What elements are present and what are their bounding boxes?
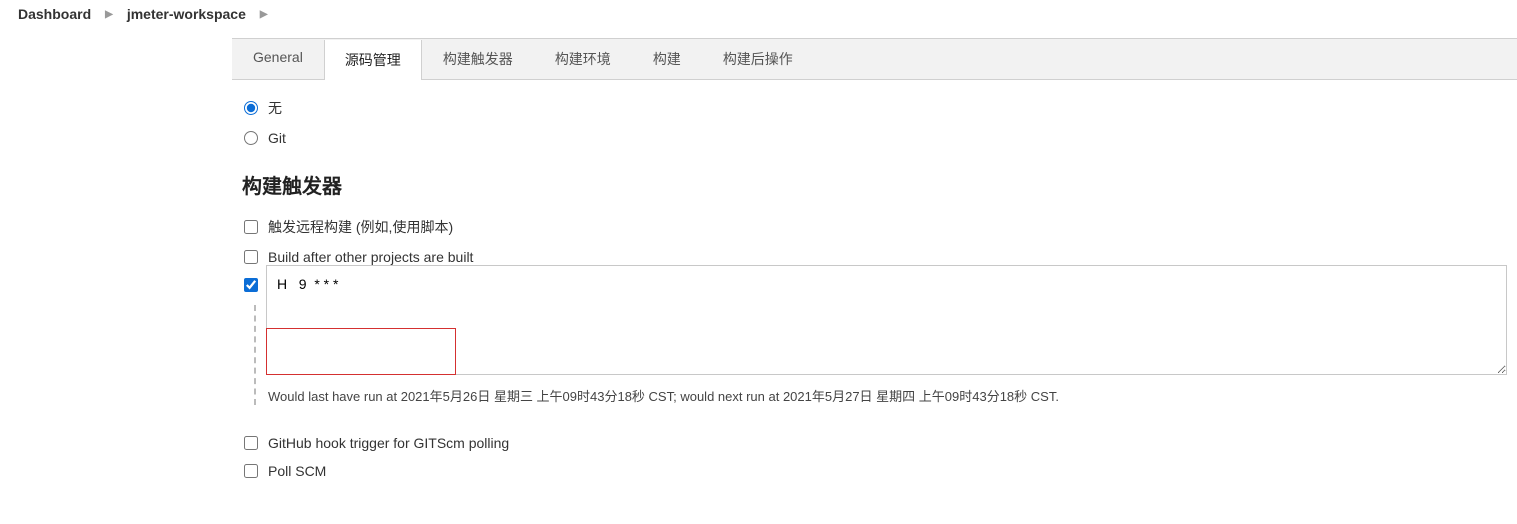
- checkbox-trigger-remote[interactable]: [244, 220, 258, 234]
- checkbox-periodically[interactable]: [244, 278, 258, 292]
- schedule-block: 日程表 Would last have run at 2021年5月26日 星期…: [254, 305, 1507, 405]
- radio-git[interactable]: [244, 131, 258, 145]
- breadcrumb-item-dashboard[interactable]: Dashboard: [12, 6, 97, 22]
- checkbox-poll-scm[interactable]: [244, 464, 258, 478]
- scm-option-none[interactable]: 无: [242, 92, 1507, 124]
- checkbox-github-hook[interactable]: [244, 436, 258, 450]
- trigger-remote[interactable]: 触发远程构建 (例如,使用脚本): [242, 211, 1507, 243]
- trigger-github-hook-label: GitHub hook trigger for GITScm polling: [268, 435, 509, 451]
- breadcrumb-item-workspace[interactable]: jmeter-workspace: [121, 6, 252, 22]
- chevron-right-icon: ▶: [97, 9, 121, 20]
- radio-none[interactable]: [244, 101, 258, 115]
- tab-post-build[interactable]: 构建后操作: [702, 39, 814, 79]
- checkbox-after-projects[interactable]: [244, 250, 258, 264]
- breadcrumb: Dashboard ▶ jmeter-workspace ▶: [0, 0, 1517, 28]
- triggers-section-title: 构建触发器: [242, 170, 1507, 199]
- scm-option-git[interactable]: Git: [242, 124, 1507, 152]
- tab-build-environment[interactable]: 构建环境: [534, 39, 632, 79]
- tab-general[interactable]: General: [232, 39, 324, 79]
- trigger-remote-label: 触发远程构建 (例如,使用脚本): [268, 217, 453, 237]
- trigger-github-hook[interactable]: GitHub hook trigger for GITScm polling: [242, 429, 1507, 457]
- tab-scm[interactable]: 源码管理: [324, 40, 422, 80]
- schedule-hint: Would last have run at 2021年5月26日 星期三 上午…: [268, 386, 1507, 405]
- schedule-input[interactable]: [266, 265, 1507, 375]
- config-tabs: General 源码管理 构建触发器 构建环境 构建 构建后操作: [232, 38, 1517, 80]
- scm-none-label: 无: [268, 98, 282, 118]
- chevron-right-icon: ▶: [252, 9, 276, 20]
- trigger-poll-scm-label: Poll SCM: [268, 463, 326, 479]
- config-content: General 源码管理 构建触发器 构建环境 构建 构建后操作 无 Git 构…: [232, 38, 1517, 505]
- tab-build[interactable]: 构建: [632, 39, 702, 79]
- scm-git-label: Git: [268, 130, 286, 146]
- config-panel: 无 Git 构建触发器 触发远程构建 (例如,使用脚本) Build after…: [232, 80, 1517, 505]
- trigger-after-projects-label: Build after other projects are built: [268, 249, 473, 265]
- trigger-poll-scm[interactable]: Poll SCM: [242, 457, 1507, 485]
- tab-build-triggers[interactable]: 构建触发器: [422, 39, 534, 79]
